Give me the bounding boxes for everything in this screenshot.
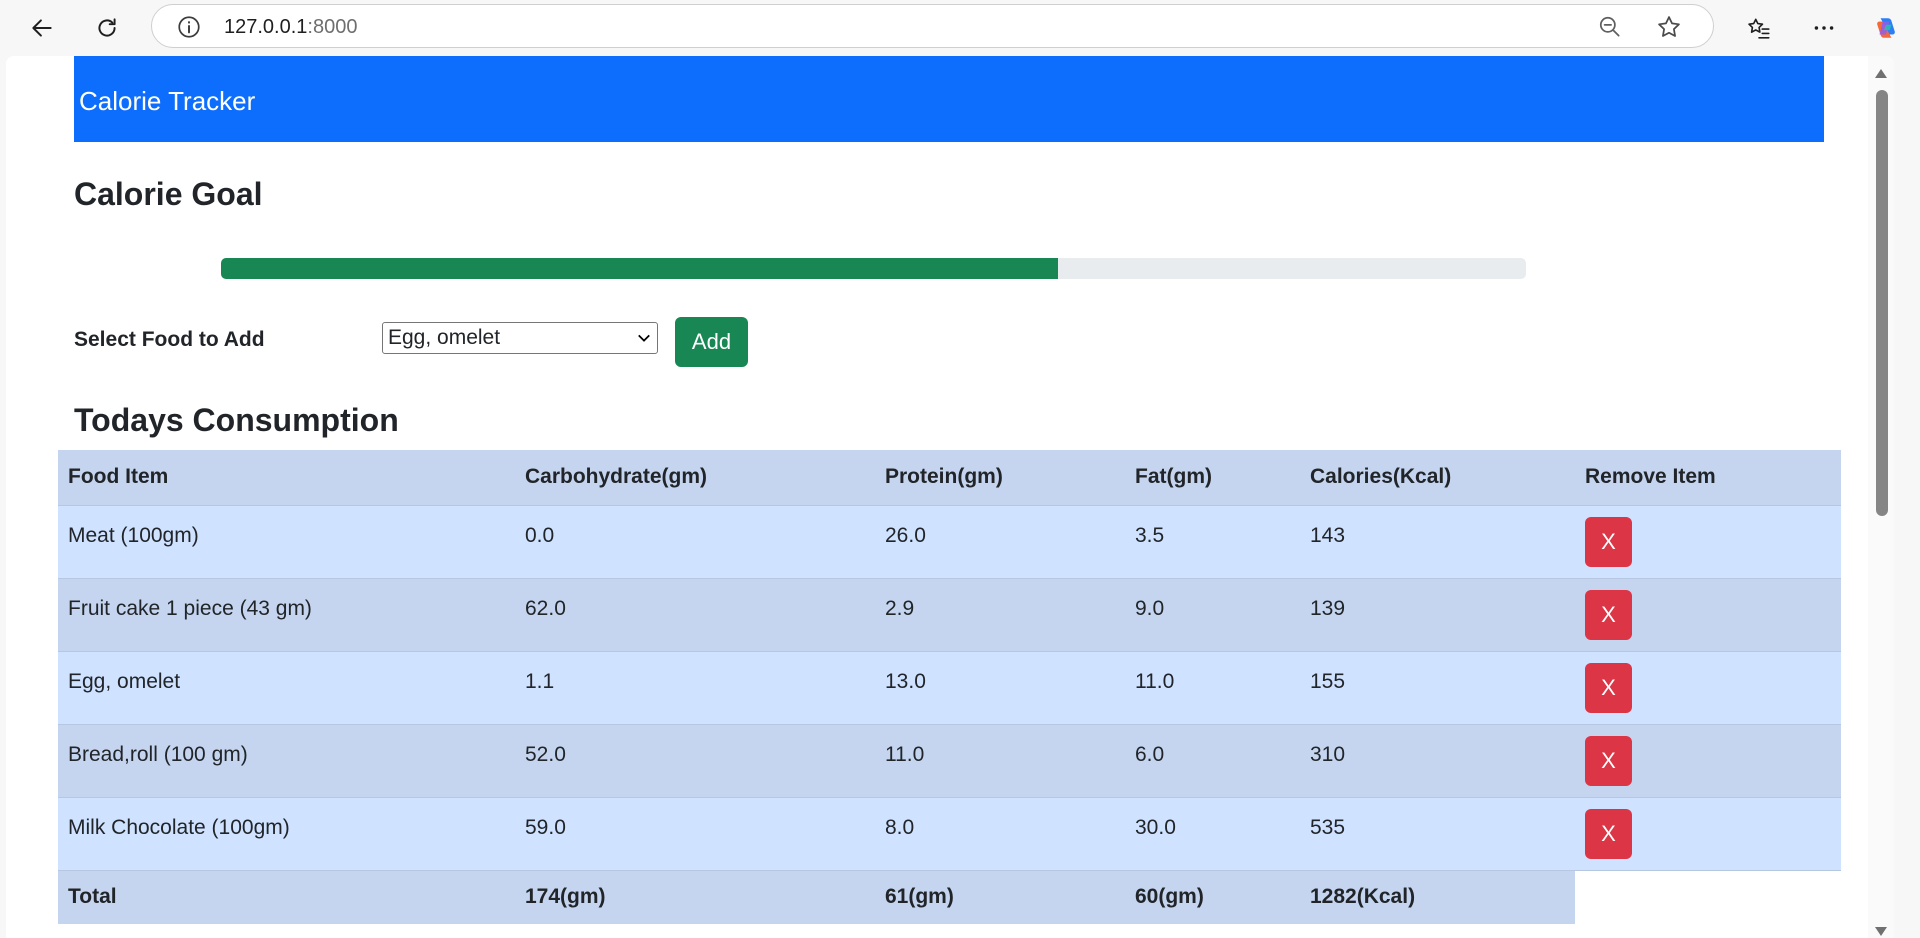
scroll-down-arrow-icon[interactable] bbox=[1875, 927, 1887, 936]
navbar: Calorie Tracker bbox=[74, 56, 1824, 142]
cell-fat: 3.5 bbox=[1135, 523, 1165, 547]
total-empty-cell bbox=[1575, 870, 1841, 924]
column-header-fat: Fat(gm) bbox=[1135, 465, 1212, 489]
total-carbohydrate: 174(gm) bbox=[525, 885, 606, 909]
reload-icon bbox=[98, 18, 116, 37]
cell-protein: 11.0 bbox=[885, 742, 925, 766]
column-header-remove-item: Remove Item bbox=[1585, 465, 1716, 489]
table-row: Meat (100gm) 0.0 26.0 3.5 143 X bbox=[58, 505, 1841, 578]
remove-item-button[interactable]: X bbox=[1585, 808, 1632, 859]
browser-toolbar: 127.0.0.1:8000 bbox=[0, 0, 1920, 56]
cell-protein: 2.9 bbox=[885, 596, 915, 620]
copilot-icon bbox=[1877, 18, 1895, 38]
address-bar[interactable]: 127.0.0.1:8000 bbox=[151, 4, 1714, 48]
total-label: Total bbox=[68, 885, 117, 909]
cell-remove: X bbox=[1575, 724, 1841, 797]
remove-item-button[interactable]: X bbox=[1585, 589, 1632, 640]
column-header-carbohydrate: Carbohydrate(gm) bbox=[525, 465, 708, 489]
more-horizontal-icon bbox=[1814, 26, 1834, 30]
calorie-goal-title: Calorie Goal bbox=[74, 176, 263, 212]
remove-item-button[interactable]: X bbox=[1585, 516, 1632, 567]
copilot-button[interactable] bbox=[1866, 8, 1906, 48]
table-row: Bread,roll (100 gm) 52.0 11.0 6.0 310 X bbox=[58, 724, 1841, 797]
url-host: 127.0.0.1 bbox=[224, 16, 308, 38]
cell-fat: 9.0 bbox=[1135, 596, 1165, 620]
cell-food-item: Bread,roll (100 gm) bbox=[68, 742, 248, 766]
cell-calories: 155 bbox=[1310, 669, 1346, 693]
food-select-value: Egg, omelet bbox=[388, 326, 501, 349]
cell-remove: X bbox=[1575, 651, 1841, 724]
add-food-button[interactable]: Add bbox=[675, 317, 748, 367]
cell-remove: X bbox=[1575, 797, 1841, 870]
table-total-row: Total 174(gm) 61(gm) 60(gm) 1282(Kcal) bbox=[58, 870, 1841, 924]
total-calories: 1282(Kcal) bbox=[1310, 885, 1416, 909]
cell-protein: 13.0 bbox=[885, 669, 926, 693]
select-food-label: Select Food to Add bbox=[74, 328, 265, 351]
navbar-brand[interactable]: Calorie Tracker bbox=[79, 86, 255, 117]
consumption-table: Food Item Carbohydrate(gm) Protein(gm) F… bbox=[58, 450, 1841, 924]
vertical-scrollbar[interactable] bbox=[1868, 56, 1894, 938]
remove-item-button[interactable]: X bbox=[1585, 735, 1632, 786]
table-row: Egg, omelet 1.1 13.0 11.0 155 X bbox=[58, 651, 1841, 724]
calorie-progress-fill bbox=[221, 258, 1058, 279]
cell-remove: X bbox=[1575, 578, 1841, 651]
cell-calories: 139 bbox=[1310, 596, 1346, 620]
cell-food-item: Milk Chocolate (100gm) bbox=[68, 815, 290, 839]
remove-item-button[interactable]: X bbox=[1585, 662, 1632, 713]
cell-food-item: Egg, omelet bbox=[68, 669, 181, 693]
cell-protein: 8.0 bbox=[885, 815, 915, 839]
cell-carbohydrate: 0.0 bbox=[525, 523, 555, 547]
table-row: Milk Chocolate (100gm) 59.0 8.0 30.0 535… bbox=[58, 797, 1841, 870]
todays-consumption-title: Todays Consumption bbox=[74, 402, 399, 438]
url-text: 127.0.0.1:8000 bbox=[224, 16, 357, 39]
table-header-row: Food Item Carbohydrate(gm) Protein(gm) F… bbox=[58, 450, 1841, 505]
cell-carbohydrate: 1.1 bbox=[525, 669, 555, 693]
cell-calories: 310 bbox=[1310, 742, 1346, 766]
column-header-protein: Protein(gm) bbox=[885, 465, 1003, 489]
cell-fat: 6.0 bbox=[1135, 742, 1165, 766]
cell-food-item: Fruit cake 1 piece (43 gm) bbox=[68, 596, 312, 620]
calorie-progress-bar bbox=[221, 258, 1526, 279]
zoom-out-icon[interactable] bbox=[1597, 14, 1623, 40]
chevron-down-icon bbox=[638, 334, 650, 342]
favorites-button[interactable] bbox=[1739, 8, 1779, 48]
total-protein: 61(gm) bbox=[885, 885, 954, 909]
site-info-icon[interactable] bbox=[176, 14, 202, 40]
reload-button[interactable] bbox=[87, 8, 127, 48]
url-port: :8000 bbox=[307, 16, 358, 38]
cell-carbohydrate: 52.0 bbox=[525, 742, 566, 766]
food-select[interactable]: Egg, omelet bbox=[382, 322, 658, 354]
column-header-food-item: Food Item bbox=[68, 465, 169, 489]
cell-fat: 30.0 bbox=[1135, 815, 1176, 839]
back-button[interactable] bbox=[22, 8, 62, 48]
page-viewport: Calorie Tracker Calorie Goal Select Food… bbox=[6, 56, 1894, 938]
cell-calories: 143 bbox=[1310, 523, 1346, 547]
cell-carbohydrate: 62.0 bbox=[525, 596, 566, 620]
table-row: Fruit cake 1 piece (43 gm) 62.0 2.9 9.0 … bbox=[58, 578, 1841, 651]
favorites-list-icon bbox=[1748, 18, 1770, 39]
cell-carbohydrate: 59.0 bbox=[525, 815, 566, 839]
cell-calories: 535 bbox=[1310, 815, 1346, 839]
cell-food-item: Meat (100gm) bbox=[68, 523, 199, 547]
cell-fat: 11.0 bbox=[1135, 669, 1175, 693]
cell-remove: X bbox=[1575, 505, 1841, 578]
column-header-calories: Calories(Kcal) bbox=[1310, 465, 1452, 489]
cell-protein: 26.0 bbox=[885, 523, 926, 547]
total-fat: 60(gm) bbox=[1135, 885, 1204, 909]
favorite-star-icon[interactable] bbox=[1655, 13, 1683, 41]
back-arrow-icon bbox=[32, 19, 52, 37]
settings-menu-button[interactable] bbox=[1804, 8, 1844, 48]
scrollbar-thumb[interactable] bbox=[1876, 90, 1888, 516]
scroll-up-arrow-icon[interactable] bbox=[1875, 69, 1887, 78]
